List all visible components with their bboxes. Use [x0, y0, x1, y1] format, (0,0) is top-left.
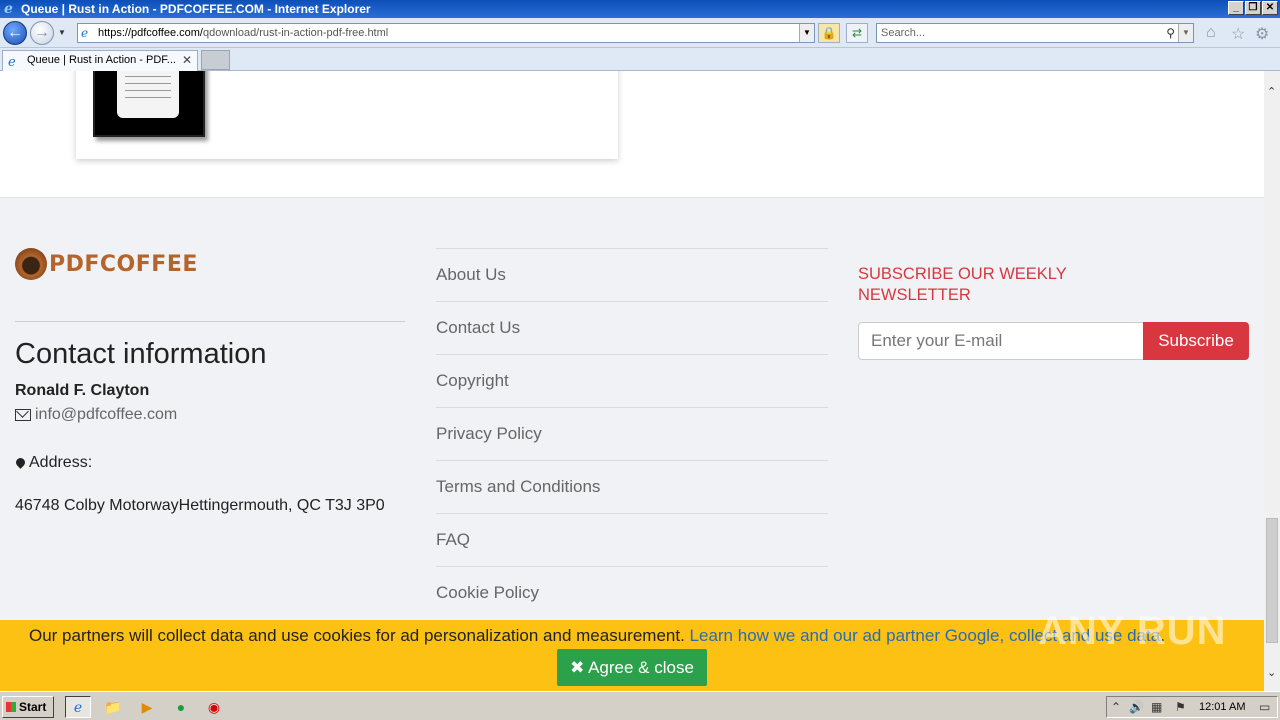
forward-button[interactable]: →	[30, 21, 54, 45]
book-preview-card	[76, 71, 618, 159]
tab-queue-rust-in-action[interactable]: e Queue | Rust in Action - PDF... ✕	[2, 50, 198, 71]
media-player-taskbar-icon[interactable]: ▶	[134, 696, 160, 718]
new-tab-button[interactable]	[201, 50, 230, 70]
address-label: Address:	[14, 454, 93, 472]
scroll-down-icon[interactable]: ⌄	[1267, 666, 1276, 679]
chrome-taskbar-icon[interactable]: ●	[168, 696, 194, 718]
contact-name: Ronald F. Clayton	[15, 382, 150, 399]
address-bar[interactable]: e https://pdfcoffee.com/qdownload/rust-i…	[77, 23, 815, 43]
subscribe-button[interactable]: Subscribe	[1143, 322, 1249, 360]
clock[interactable]: 12:01 AM	[1199, 701, 1245, 713]
window-title-bar: e Queue | Rust in Action - PDFCOFFEE.COM…	[0, 0, 1280, 18]
security-app-taskbar-icon[interactable]: ◉	[201, 696, 227, 718]
network-icon[interactable]: ▦	[1151, 700, 1162, 714]
link-terms[interactable]: Terms and Conditions	[436, 460, 828, 513]
close-tab-icon[interactable]: ✕	[182, 51, 192, 70]
system-tray: ⌃ 🔊 ▦ ⚑ 12:01 AM ▭	[1106, 696, 1278, 718]
map-marker-icon	[14, 456, 27, 469]
book-thumbnail[interactable]	[93, 71, 205, 137]
volume-icon[interactable]: 🔊	[1129, 700, 1144, 714]
home-icon[interactable]: ⌂	[1206, 24, 1216, 42]
link-faq[interactable]: FAQ	[436, 513, 828, 566]
ie-logo-icon: e	[4, 1, 13, 17]
link-about-us[interactable]: About Us	[436, 248, 828, 301]
vertical-scrollbar[interactable]: ⌃ ⌄	[1264, 71, 1280, 691]
security-lock-icon[interactable]: 🔒	[818, 23, 840, 43]
envelope-icon	[15, 409, 31, 421]
file-explorer-taskbar-icon[interactable]: 📁	[100, 696, 126, 718]
search-box[interactable]: Search... ⚲ ▼	[876, 23, 1194, 43]
agree-label: Agree & close	[588, 658, 694, 677]
address-text: 46748 Colby MotorwayHettingermouth, QC T…	[15, 497, 385, 514]
recent-pages-dropdown-icon[interactable]: ▼	[58, 28, 66, 37]
divider	[15, 321, 405, 322]
link-privacy-policy[interactable]: Privacy Policy	[436, 407, 828, 460]
window-title: Queue | Rust in Action - PDFCOFFEE.COM -…	[21, 2, 371, 16]
tab-label: Queue | Rust in Action - PDF...	[27, 54, 176, 66]
link-copyright[interactable]: Copyright	[436, 354, 828, 407]
address-label-text: Address:	[29, 454, 93, 471]
book-page-image	[117, 71, 179, 118]
cookie-message: Our partners will collect data and use c…	[29, 626, 1165, 646]
page-icon: e	[81, 26, 89, 40]
search-icon[interactable]: ⚲	[1166, 24, 1175, 42]
tab-page-icon: e	[8, 55, 16, 70]
logo-text: PDFCOFFEE	[49, 251, 198, 277]
navigation-bar: ← → ▼ e https://pdfcoffee.com/qdownload/…	[0, 18, 1280, 48]
internet-explorer-taskbar-icon[interactable]: e	[65, 696, 91, 718]
action-center-flag-icon[interactable]: ⚑	[1175, 700, 1186, 714]
back-button[interactable]: ←	[3, 21, 27, 45]
gear-icon[interactable]: ⚙	[1255, 24, 1269, 44]
page-viewport: PDFCOFFEE Contact information Ronald F. …	[0, 71, 1264, 691]
windows-taskbar: Start e 📁 ▶ ● ◉ ⌃ 🔊 ▦ ⚑ 12:01 AM ▭	[0, 691, 1280, 720]
start-button[interactable]: Start	[2, 696, 54, 718]
address-dropdown-icon[interactable]: ▼	[799, 24, 814, 42]
minimize-button[interactable]: _	[1228, 1, 1244, 15]
contact-title: Contact information	[15, 338, 267, 370]
window-controls: _ ❐ ✕	[1228, 1, 1278, 15]
newsletter-title: SUBSCRIBE OUR WEEKLY NEWSLETTER	[858, 265, 1067, 304]
address-path: qdownload/rust-in-action-pdf-free.html	[202, 27, 389, 39]
restore-button[interactable]: ❐	[1245, 1, 1261, 15]
refresh-button[interactable]: ⇄	[846, 23, 868, 43]
footer-links: About Us Contact Us Copyright Privacy Po…	[436, 248, 828, 619]
link-cookie-policy[interactable]: Cookie Policy	[436, 566, 828, 619]
link-contact-us[interactable]: Contact Us	[436, 301, 828, 354]
contact-email[interactable]: info@pdfcoffee.com	[15, 406, 177, 424]
contact-email-text[interactable]: info@pdfcoffee.com	[35, 406, 177, 424]
show-desktop-icon[interactable]: ▭	[1259, 700, 1270, 714]
coffee-mug-icon	[15, 248, 47, 280]
anyrun-watermark: ANY RUN	[1038, 609, 1227, 653]
scrollbar-thumb[interactable]	[1266, 518, 1278, 643]
cookie-text: Our partners will collect data and use c…	[29, 626, 685, 645]
newsletter-email-input[interactable]: Enter your E-mail	[858, 322, 1144, 360]
favorites-star-icon[interactable]: ☆	[1231, 24, 1245, 44]
scroll-up-icon[interactable]: ⌃	[1267, 85, 1276, 98]
search-placeholder: Search...	[881, 27, 926, 39]
address-host: https://pdfcoffee.com/	[98, 27, 203, 39]
agree-close-button[interactable]: ✖ Agree & close	[557, 649, 707, 686]
tab-bar: e Queue | Rust in Action - PDF... ✕	[0, 48, 1280, 71]
pdfcoffee-logo[interactable]: PDFCOFFEE	[15, 248, 198, 280]
tray-expand-icon[interactable]: ⌃	[1111, 700, 1121, 714]
search-dropdown-icon[interactable]: ▼	[1178, 24, 1193, 42]
close-window-button[interactable]: ✕	[1262, 1, 1278, 15]
